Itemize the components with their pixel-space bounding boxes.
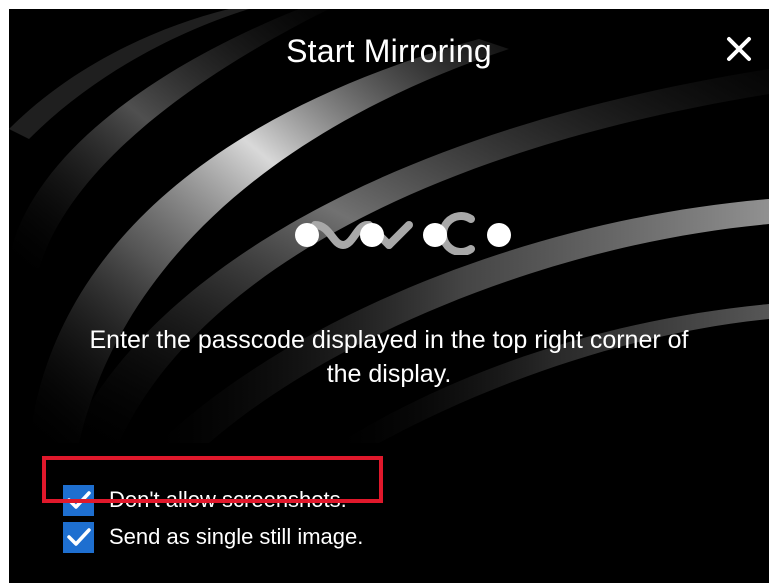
checkmark-icon: [66, 528, 91, 546]
send-single-still-image-option[interactable]: Send as single still image.: [63, 521, 363, 553]
dont-allow-screenshots-option[interactable]: Don't allow screenshots.: [63, 484, 347, 516]
dont-allow-screenshots-checkbox[interactable]: [63, 484, 94, 516]
passcode-dot: [487, 223, 511, 247]
close-icon: [727, 37, 751, 61]
passcode-dot: [423, 223, 447, 247]
passcode-dot: [360, 223, 384, 247]
vaio-logo: [295, 212, 511, 255]
checkmark-icon: [66, 491, 91, 509]
dont-allow-screenshots-label: Don't allow screenshots.: [109, 487, 347, 512]
send-single-still-image-label: Send as single still image.: [109, 524, 364, 549]
send-single-still-image-checkbox[interactable]: [63, 521, 94, 553]
start-mirroring-dialog: Start Mirroring Enter the passcode displ…: [9, 9, 769, 583]
dialog-title: Start Mirroring: [286, 33, 492, 69]
options-panel: Don't allow screenshots. Send as single …: [9, 443, 769, 583]
instructions-text: Enter the passcode displayed in the top …: [89, 326, 689, 388]
passcode-dot: [295, 223, 319, 247]
close-button[interactable]: [719, 29, 759, 69]
